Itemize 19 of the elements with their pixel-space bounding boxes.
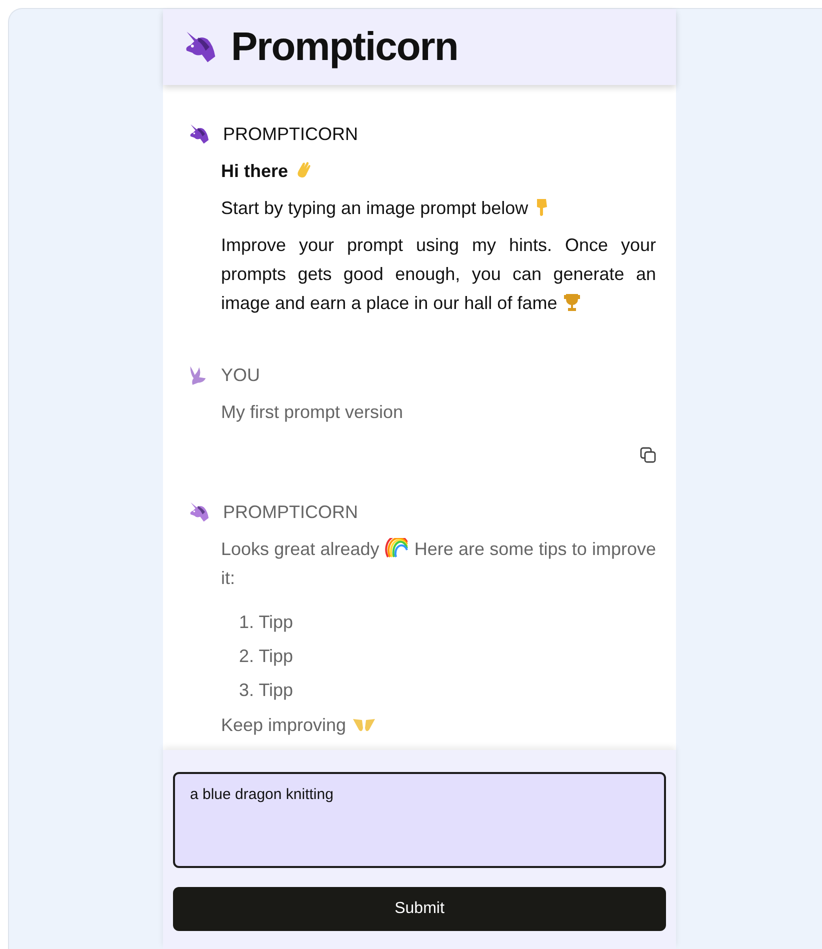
rainbow-icon	[385, 538, 410, 558]
app-title: Prompticorn	[231, 24, 458, 70]
message-text: My first prompt version	[221, 401, 404, 424]
message-text: Improve your prompt using my hints. Once your prompts gets good enough, you can generate an image and earn a place in our hall of fame	[221, 234, 656, 315]
message-text: Start by typing an image prompt below	[221, 194, 656, 223]
tip-item: 1. Tipp	[239, 611, 294, 634]
sender-name: PROMPTICORN	[223, 502, 358, 522]
open-hands-icon	[352, 716, 376, 734]
sender-name: PROMPTICORN	[223, 124, 358, 144]
message-text: Looks great already Here are some tips to improve it:	[221, 537, 656, 590]
trophy-icon	[563, 292, 582, 312]
message-text: Hi there	[221, 157, 656, 186]
message-text: Keep improving	[221, 713, 656, 737]
submit-button[interactable]: Submit	[173, 887, 666, 931]
prompt-input[interactable]: a blue dragon knitting	[173, 772, 666, 868]
tip-item: 2. Tipp	[239, 645, 294, 668]
tip-item: 3. Tipp	[239, 679, 294, 702]
copy-icon[interactable]	[640, 447, 656, 463]
sender-name: YOU	[221, 364, 260, 386]
